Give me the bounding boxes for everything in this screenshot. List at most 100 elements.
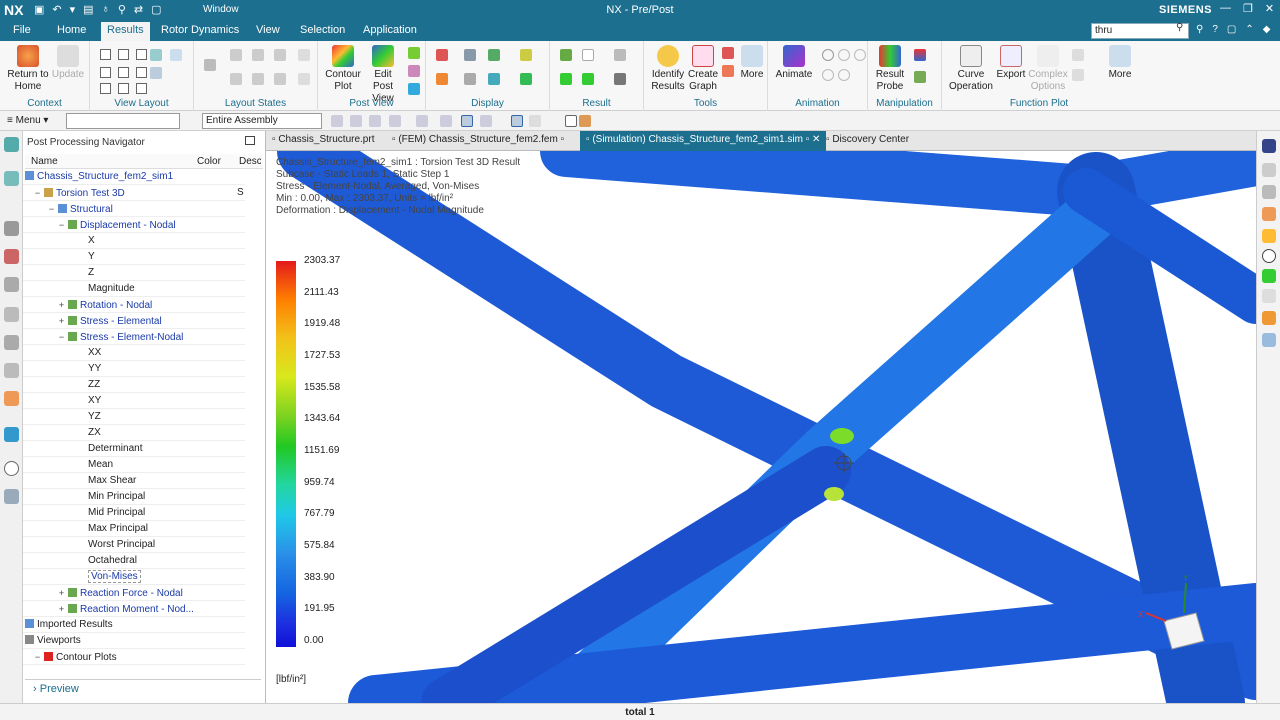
tab-discovery-center[interactable]: ▫ Discovery Center bbox=[826, 134, 909, 145]
right-tool-5-icon[interactable] bbox=[1262, 229, 1276, 243]
tab-chassis-part[interactable]: ▫ Chassis_Structure.prt bbox=[272, 134, 374, 145]
assembly-icon[interactable] bbox=[4, 221, 19, 236]
create-graph-button[interactable]: Create Graph bbox=[688, 45, 718, 93]
function-plot-small-2-icon[interactable] bbox=[1072, 69, 1084, 81]
tree-item[interactable]: − Structural bbox=[23, 201, 245, 217]
expand-icon[interactable]: + bbox=[57, 313, 66, 328]
tools-small-1-icon[interactable] bbox=[722, 47, 734, 59]
snap-icon[interactable] bbox=[511, 115, 523, 127]
close-icon[interactable]: ✕ bbox=[1265, 2, 1274, 15]
library-icon[interactable] bbox=[4, 335, 19, 350]
tree-item[interactable]: YZ bbox=[23, 409, 245, 425]
selection-icon-3[interactable] bbox=[369, 115, 381, 127]
tree-item[interactable]: − Displacement - Nodal bbox=[23, 217, 245, 233]
grid-icon[interactable] bbox=[150, 67, 162, 79]
previous-result-icon[interactable] bbox=[560, 73, 572, 85]
reuse-icon[interactable] bbox=[4, 307, 19, 322]
right-tool-3-icon[interactable] bbox=[1262, 185, 1276, 199]
tree-item[interactable]: Imported Results bbox=[23, 617, 245, 633]
download-icon[interactable] bbox=[298, 73, 310, 85]
tree-item[interactable]: ZZ bbox=[23, 377, 245, 393]
beam-top[interactable] bbox=[540, 151, 1112, 217]
edit-post-view-button[interactable]: Edit Post View bbox=[364, 45, 402, 105]
animate-button[interactable]: Animate bbox=[774, 45, 814, 81]
expand-icon[interactable]: + bbox=[57, 601, 66, 616]
export-button[interactable]: Export bbox=[996, 45, 1026, 81]
refresh-icon[interactable] bbox=[170, 49, 182, 61]
return-to-home-button[interactable]: Return to Home bbox=[6, 45, 50, 93]
selection-icon-4[interactable] bbox=[389, 115, 401, 127]
tree-item[interactable]: − Stress - Element-Nodal bbox=[23, 329, 245, 345]
tab-simulation[interactable]: ▫ (Simulation) Chassis_Structure_fem2_si… bbox=[580, 131, 827, 151]
paste-icon[interactable] bbox=[274, 49, 286, 61]
layout-3-icon[interactable] bbox=[100, 83, 111, 94]
post-view-small-3-icon[interactable] bbox=[408, 83, 420, 95]
layout-4-icon[interactable] bbox=[118, 49, 129, 60]
expand-icon[interactable]: + bbox=[57, 585, 66, 600]
tree-item[interactable]: XX bbox=[23, 345, 245, 361]
post-navigator-icon[interactable] bbox=[4, 171, 19, 186]
column-color[interactable]: Color bbox=[197, 156, 221, 167]
tree-item[interactable]: Worst Principal bbox=[23, 537, 245, 553]
tree-item[interactable]: + Stress - Elemental bbox=[23, 313, 245, 329]
manipulation-2-icon[interactable] bbox=[914, 71, 926, 83]
display-2-icon[interactable] bbox=[464, 49, 476, 61]
play-circle-icon[interactable] bbox=[1262, 249, 1276, 263]
tree-item[interactable]: Y bbox=[23, 249, 245, 265]
tree-item[interactable]: + Reaction Force - Nodal bbox=[23, 585, 245, 601]
right-tool-6-icon[interactable] bbox=[1262, 311, 1276, 325]
stop-icon[interactable] bbox=[854, 49, 866, 61]
tree-item[interactable]: XY bbox=[23, 393, 245, 409]
result-probe-button[interactable]: Result Probe bbox=[872, 45, 908, 93]
right-tool-2-icon[interactable] bbox=[1262, 163, 1276, 177]
tree-item[interactable]: Octahedral bbox=[23, 553, 245, 569]
step-forward-icon[interactable] bbox=[838, 69, 850, 81]
tree-item[interactable]: Mean bbox=[23, 457, 245, 473]
tree-item[interactable]: ZX bbox=[23, 425, 245, 441]
selection-icon-2[interactable] bbox=[350, 115, 362, 127]
selection-icon-5[interactable] bbox=[416, 115, 428, 127]
tab-view[interactable]: View bbox=[256, 24, 280, 36]
maximize-icon[interactable] bbox=[245, 136, 255, 145]
tree-item[interactable]: Viewports bbox=[23, 633, 245, 649]
tab-file[interactable]: File bbox=[13, 24, 31, 36]
tab-fem[interactable]: ▫ (FEM) Chassis_Structure_fem2.fem ▫ bbox=[392, 134, 564, 145]
save-state-icon[interactable] bbox=[274, 73, 286, 85]
upload-icon[interactable] bbox=[298, 49, 310, 61]
column-description[interactable]: Desc bbox=[239, 156, 261, 167]
layout-8-icon[interactable] bbox=[136, 67, 147, 78]
roles-icon[interactable] bbox=[4, 249, 19, 264]
tree-item[interactable]: X bbox=[23, 233, 245, 249]
eraser-icon[interactable] bbox=[579, 115, 591, 127]
column-name[interactable]: Name bbox=[31, 156, 58, 167]
display-3-icon[interactable] bbox=[488, 49, 500, 61]
tree-item[interactable]: Chassis_Structure_fem2_sim1 bbox=[23, 169, 245, 185]
layout-state-icon[interactable] bbox=[204, 59, 216, 71]
ribbon-toggle-icon[interactable]: ◆ bbox=[1263, 24, 1271, 35]
pause-icon[interactable] bbox=[838, 49, 850, 61]
expand-icon[interactable]: ⌃ bbox=[1245, 24, 1253, 35]
selection-icon-7[interactable] bbox=[461, 115, 473, 127]
tree-item[interactable]: Von-Mises bbox=[23, 569, 245, 585]
graphics-window[interactable]: Y X Chassis_Structure_fem2_sim1 : Torsio… bbox=[266, 151, 1256, 703]
selection-scope-dropdown[interactable]: Entire Assembly bbox=[202, 113, 322, 129]
navigator-icon[interactable] bbox=[4, 137, 19, 152]
tree-item[interactable]: + Reaction Moment - Nod... bbox=[23, 601, 245, 617]
type-filter-dropdown[interactable] bbox=[66, 113, 180, 129]
collapse-icon[interactable]: − bbox=[47, 201, 56, 216]
right-tool-7-icon[interactable] bbox=[1262, 333, 1276, 347]
function-plot-more-button[interactable]: More bbox=[1106, 45, 1134, 81]
post-view-small-2-icon[interactable] bbox=[408, 65, 420, 77]
selection-icon-1[interactable] bbox=[331, 115, 343, 127]
tab-home[interactable]: Home bbox=[57, 24, 86, 36]
step-back-icon[interactable] bbox=[822, 69, 834, 81]
tree-item[interactable]: − Contour Plots bbox=[23, 649, 245, 665]
collapse-icon[interactable]: − bbox=[33, 185, 42, 200]
history-icon[interactable] bbox=[4, 363, 19, 378]
tab-application[interactable]: Application bbox=[363, 24, 417, 36]
copy-icon[interactable] bbox=[252, 49, 264, 61]
settings-icon[interactable] bbox=[230, 73, 242, 85]
snap-grid-icon[interactable] bbox=[529, 115, 541, 127]
palette-icon[interactable] bbox=[4, 391, 19, 406]
select-box-icon[interactable] bbox=[565, 115, 577, 127]
